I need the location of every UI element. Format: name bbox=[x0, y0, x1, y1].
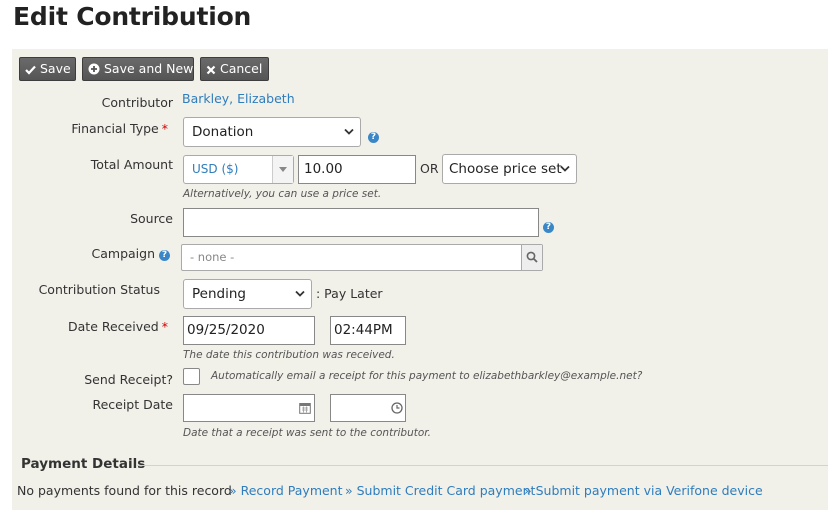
campaign-select[interactable]: - none - bbox=[181, 244, 543, 271]
price-set-select[interactable]: Choose price set bbox=[442, 154, 577, 184]
required-marker: * bbox=[161, 319, 168, 334]
payment-details-title: Payment Details bbox=[21, 456, 146, 472]
financial-type-help-icon[interactable]: ? bbox=[368, 125, 379, 144]
financial-type-value: Donation bbox=[192, 124, 254, 140]
financial-type-label-text: Financial Type bbox=[71, 121, 159, 136]
source-input[interactable] bbox=[183, 208, 539, 237]
total-amount-label: Total Amount bbox=[90, 157, 173, 172]
currency-value: USD ($) bbox=[192, 162, 239, 176]
source-help-icon[interactable]: ? bbox=[543, 215, 554, 234]
financial-type-select[interactable]: Donation bbox=[183, 117, 361, 147]
save-and-new-button-label: Save and New bbox=[104, 61, 194, 76]
chevron-down-icon bbox=[295, 290, 305, 297]
campaign-label-text: Campaign bbox=[91, 246, 156, 261]
submit-credit-card-link[interactable]: » Submit Credit Card payment bbox=[345, 483, 535, 498]
price-set-note: Alternatively, you can use a price set. bbox=[183, 188, 382, 200]
chevron-down-icon bbox=[344, 128, 354, 135]
time-received-input[interactable]: 02:44PM bbox=[330, 316, 406, 345]
record-payment-link[interactable]: » Record Payment bbox=[229, 483, 343, 498]
currency-select[interactable]: USD ($) bbox=[183, 155, 294, 184]
plus-circle-icon bbox=[88, 63, 100, 75]
save-and-new-button[interactable]: Save and New bbox=[82, 57, 194, 81]
contributor-link[interactable]: Barkley, Elizabeth bbox=[182, 91, 295, 106]
date-received-input[interactable]: 09/25/2020 bbox=[183, 316, 315, 345]
cancel-button-label: Cancel bbox=[220, 61, 263, 76]
clock-icon[interactable] bbox=[391, 402, 403, 414]
currency-dropdown-arrow bbox=[272, 156, 293, 183]
section-divider bbox=[137, 465, 828, 466]
send-receipt-note: Automatically email a receipt for this p… bbox=[211, 370, 643, 382]
form-panel bbox=[12, 49, 828, 510]
no-payments-text: No payments found for this record bbox=[17, 483, 232, 498]
financial-type-label: Financial Type * bbox=[71, 121, 168, 136]
receipt-date-note: Date that a receipt was sent to the cont… bbox=[183, 427, 431, 439]
receipt-time-input[interactable] bbox=[330, 394, 406, 422]
pay-later-text: : Pay Later bbox=[316, 286, 383, 301]
cancel-button[interactable]: Cancel bbox=[200, 57, 269, 81]
caret-down-icon bbox=[279, 167, 287, 172]
campaign-search-button[interactable] bbox=[521, 245, 542, 270]
price-set-value: Choose price set bbox=[449, 161, 562, 177]
chevron-down-icon bbox=[560, 165, 570, 172]
or-text: OR bbox=[420, 161, 439, 176]
submit-verifone-link[interactable]: » Submit payment via Verifone device bbox=[524, 483, 763, 498]
contribution-status-label: Contribution Status bbox=[38, 282, 160, 297]
campaign-label: Campaign ? bbox=[92, 246, 170, 261]
save-button[interactable]: Save bbox=[19, 57, 76, 81]
check-icon bbox=[25, 65, 36, 75]
receipt-date-input[interactable] bbox=[183, 394, 315, 422]
contribution-status-select[interactable]: Pending bbox=[183, 279, 312, 309]
send-receipt-label: Send Receipt? bbox=[84, 372, 173, 387]
campaign-help-icon[interactable]: ? bbox=[159, 250, 170, 261]
receipt-date-label: Receipt Date bbox=[92, 397, 173, 412]
date-received-note: The date this contribution was received. bbox=[183, 349, 395, 361]
required-marker: * bbox=[161, 121, 168, 136]
save-button-label: Save bbox=[40, 61, 71, 76]
send-receipt-checkbox[interactable] bbox=[183, 368, 200, 385]
close-icon bbox=[206, 65, 216, 75]
search-icon bbox=[526, 251, 538, 263]
source-label: Source bbox=[130, 211, 173, 226]
campaign-value: - none - bbox=[190, 250, 235, 264]
calendar-icon[interactable] bbox=[299, 402, 311, 414]
page-title: Edit Contribution bbox=[13, 2, 252, 31]
amount-input[interactable]: 10.00 bbox=[298, 155, 416, 184]
date-received-label-text: Date Received bbox=[68, 319, 159, 334]
contribution-status-value: Pending bbox=[192, 286, 246, 302]
date-received-label: Date Received * bbox=[68, 319, 168, 334]
contributor-label: Contributor bbox=[101, 95, 173, 110]
